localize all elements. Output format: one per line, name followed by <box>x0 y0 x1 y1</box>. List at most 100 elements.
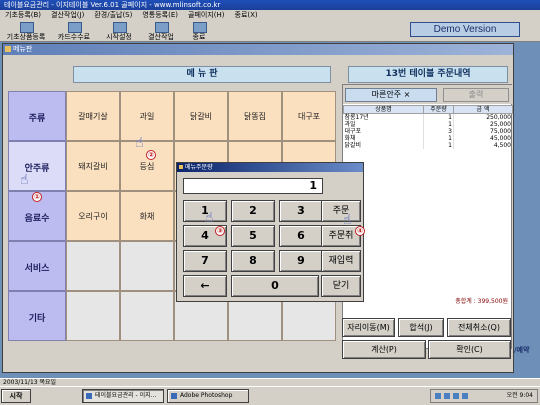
move-seat-button[interactable]: 자리이동(M) <box>342 318 395 337</box>
step-marker: ③ <box>215 226 225 236</box>
menu-item[interactable]: 닭똥집 <box>228 91 282 141</box>
app-menubar: 기초등록(B) 결산작업(J) 환경/출납(S) 영통등록(E) 골페이지(H)… <box>0 10 540 20</box>
menu-item[interactable]: 오리구이 <box>66 191 120 241</box>
close-button[interactable]: 닫기 <box>321 275 361 297</box>
start-settings-button[interactable]: 시작설정 <box>100 21 138 41</box>
date-status: 2003/11/13 목요일 <box>0 378 540 386</box>
table-row[interactable]: 닭갈비 1 4,500 <box>343 142 513 149</box>
cell-amount: 250,000 <box>453 113 513 121</box>
order-tabs: 마른안주 × 출력 <box>343 85 513 104</box>
menu-banner: 메 뉴 판 <box>73 66 331 83</box>
table-row[interactable]: 대구포 3 75,000 <box>343 128 513 135</box>
reservation-label[interactable]: /예약 <box>514 345 540 355</box>
order-banner: 13번 테이블 주문내역 <box>348 66 508 83</box>
category-etc[interactable]: 기타 <box>8 291 66 341</box>
tray-icons <box>435 393 468 399</box>
cell-qty: 3 <box>423 128 454 135</box>
settlement-button[interactable]: 결산작업 <box>142 21 180 41</box>
category-service[interactable]: 서비스 <box>8 241 66 291</box>
product-register-button[interactable]: 기초상품등록 <box>2 21 50 41</box>
tab-snacks[interactable]: 마른안주 × <box>345 88 437 102</box>
reenter-button[interactable]: 재입력 <box>321 250 361 272</box>
order-button[interactable]: 주문 <box>321 200 361 222</box>
key-8[interactable]: 8 <box>231 250 275 272</box>
table-row[interactable]: 참롱17년 1 250,000 <box>343 113 513 121</box>
step-marker: ② <box>146 150 156 160</box>
key-7[interactable]: 7 <box>183 250 227 272</box>
cell-qty: 1 <box>423 142 454 149</box>
menu-exit[interactable]: 종료(X) <box>230 10 263 20</box>
cell-qty: 1 <box>423 121 454 128</box>
key-9[interactable]: 9 <box>279 250 323 272</box>
cancel-all-button[interactable]: 전체취소(Q) <box>447 318 511 337</box>
key-5[interactable]: 5 <box>231 225 275 247</box>
table-row[interactable]: 화채 1 45,000 <box>343 135 513 142</box>
menu-home[interactable]: 골페이지(H) <box>183 10 230 20</box>
tray-icon[interactable] <box>435 393 441 399</box>
menu-item[interactable]: 대구포 <box>282 91 336 141</box>
step-marker: ① <box>32 192 42 202</box>
app-titlebar: 테이블요금관리 - 이지테이블 Ver.6.01 골페이지 - www.mlin… <box>0 0 540 10</box>
print-button[interactable]: 출력 <box>443 88 509 102</box>
menu-item[interactable]: 갈매기살 <box>66 91 120 141</box>
quantity-keypad-dialog: 메뉴주문량 1 1 2 3 주문 4 5 6 주문취 7 8 9 재입력 ← 0… <box>176 162 364 302</box>
table-row[interactable]: 과일 1 25,000 <box>343 121 513 128</box>
keypad-title: 메뉴주문량 <box>177 163 363 172</box>
menu-window-title: 메뉴판 <box>3 44 513 55</box>
key-0[interactable]: 0 <box>231 275 319 297</box>
task-app[interactable]: 테이블요금관리 - 이지... <box>82 389 164 403</box>
tray-icon[interactable] <box>444 393 450 399</box>
menu-item[interactable]: 닭갈비 <box>174 91 228 141</box>
cell-amount: 25,000 <box>453 121 513 128</box>
hand-cursor-icon: ☝ <box>20 172 29 188</box>
category-snacks[interactable]: 안주류 <box>8 141 66 191</box>
hand-cursor-icon: ☝ <box>135 135 144 151</box>
menu-item[interactable]: 돼지갈비 <box>66 141 120 191</box>
backspace-key[interactable]: ← <box>183 275 227 297</box>
col-amount: 금 액 <box>453 105 513 114</box>
tray-icon[interactable] <box>462 393 468 399</box>
menu-basic[interactable]: 기초등록(B) <box>0 10 46 20</box>
pay-button[interactable]: 계산(P) <box>342 340 426 359</box>
menu-env[interactable]: 환경/출납(S) <box>89 10 137 20</box>
menu-item-empty[interactable] <box>66 241 120 291</box>
cell-amount: 45,000 <box>453 135 513 142</box>
menu-item[interactable]: 등심 <box>120 141 174 191</box>
col-product: 상품명 <box>343 105 424 114</box>
task-photoshop[interactable]: Adobe Photoshop <box>167 389 249 403</box>
cell-product: 과일 <box>343 121 424 128</box>
cell-amount: 4,500 <box>453 142 513 149</box>
merge-button[interactable]: 합석(J) <box>398 318 444 337</box>
menu-item-empty[interactable] <box>120 291 174 341</box>
tray-icon[interactable] <box>453 393 459 399</box>
menu-settle[interactable]: 결산작업(J) <box>46 10 89 20</box>
start-button[interactable]: 시작 <box>1 389 31 403</box>
menu-item-empty[interactable] <box>120 241 174 291</box>
quantity-display: 1 <box>183 178 323 194</box>
order-total: 총합계 : 399,500원 <box>455 298 508 305</box>
order-panel: 마른안주 × 출력 상품명 주문량 금 액 참롱17년 1 250,000 과일 <box>342 84 513 349</box>
cell-product: 대구포 <box>343 128 424 135</box>
hand-cursor-icon: ☝ <box>343 212 352 228</box>
key-2[interactable]: 2 <box>231 200 275 222</box>
order-table: 상품명 주문량 금 액 참롱17년 1 250,000 과일 1 25,000 … <box>343 105 513 149</box>
cell-qty: 1 <box>423 113 454 121</box>
system-tray: 오전 9:04 <box>430 389 538 403</box>
col-qty: 주문량 <box>423 105 454 114</box>
key-6[interactable]: 6 <box>279 225 323 247</box>
clock: 오전 9:04 <box>506 392 533 399</box>
menu-item[interactable]: 과일 <box>120 91 174 141</box>
menu-item[interactable]: 화채 <box>120 191 174 241</box>
menu-reg[interactable]: 영통등록(E) <box>137 10 183 20</box>
menu-item-empty[interactable] <box>66 291 120 341</box>
taskbar: 시작 테이블요금관리 - 이지... Adobe Photoshop 오전 9:… <box>0 386 540 405</box>
cell-product: 참롱17년 <box>343 113 424 121</box>
key-3[interactable]: 3 <box>279 200 323 222</box>
cell-amount: 75,000 <box>453 128 513 135</box>
hand-cursor-icon: ☝ <box>205 210 214 226</box>
card-fee-button[interactable]: 카드수수료 <box>52 21 96 41</box>
category-liquor[interactable]: 주류 <box>8 91 66 141</box>
confirm-button[interactable]: 확인(C) <box>428 340 511 359</box>
exit-button[interactable]: 종료 <box>184 21 214 41</box>
category-list: 주류 안주류 음료수 서비스 기타 <box>8 91 66 341</box>
